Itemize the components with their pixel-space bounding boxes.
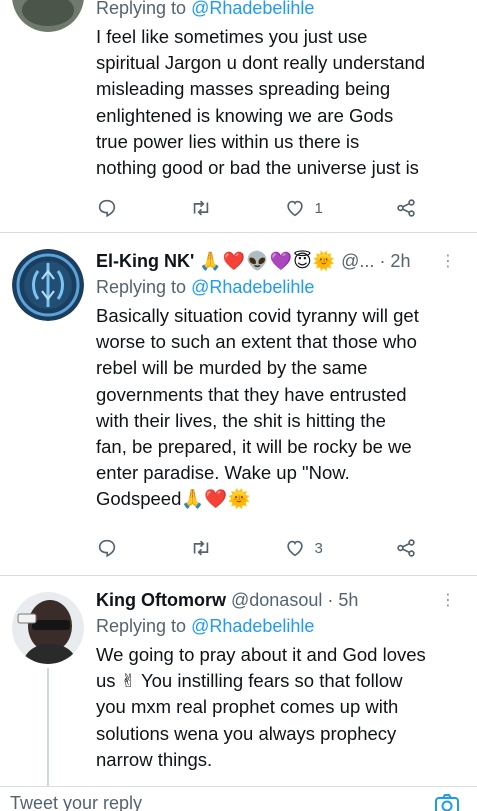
like-button[interactable]: 3 (284, 537, 323, 559)
tweet-text-line: Godspeed🙏❤️🌞 (96, 488, 251, 510)
tweet-actions: 3 (96, 533, 417, 563)
more-icon: ⋮ (440, 592, 456, 609)
timestamp[interactable]: · 5h (327, 590, 358, 610)
tweet-text-line: Basically situation covid tyranny will g… (96, 305, 419, 326)
tweet-1[interactable]: Replying to @Rhadebelihle I feel like so… (0, 0, 477, 233)
tweet-text-line: with their lives, the shit is hitting th… (96, 409, 386, 431)
tweet-2[interactable]: El-King NK' 🙏❤️👽💜😇🌞 @... · 2h Replying t… (0, 233, 477, 576)
user-handle[interactable]: @donasoul (231, 590, 322, 610)
replying-to-label: Replying to (96, 0, 192, 18)
thread-connector (47, 668, 49, 786)
tweet-header: El-King NK' 🙏❤️👽💜😇🌞 @... · 2h (96, 249, 453, 273)
tweet-header: King Oftomorw @donasoul · 5h (96, 588, 453, 612)
reply-icon (98, 539, 116, 558)
replying-to: Replying to @Rhadebelihle (96, 0, 453, 20)
tweet-text-line: spiritual Jargon u dont really understan… (96, 52, 426, 74)
replying-to-label: Replying to (96, 277, 192, 297)
replying-to: Replying to @Rhadebelihle (96, 275, 453, 299)
share-button[interactable] (395, 537, 417, 559)
reply-mention-link[interactable]: @Rhadebelihle (191, 0, 314, 18)
replying-to-label: Replying to (96, 616, 192, 636)
tweet-3[interactable]: King Oftomorw @donasoul · 5h Replying to… (0, 576, 477, 786)
like-count: 3 (314, 539, 323, 557)
display-name[interactable]: El-King NK' (96, 251, 194, 271)
tweet-text-line: us ✌ You instilling fears so that follow (96, 670, 403, 692)
tweet-text-line: enlightened is knowing we are Gods (96, 104, 394, 126)
tweet-text: I feel like sometimes you just use spiri… (96, 24, 453, 181)
more-icon: ⋮ (440, 253, 456, 270)
tweet-text-line: enter paradise. Wake up "Now. (96, 462, 350, 484)
reply-button[interactable] (96, 197, 118, 219)
tweet-text-line: fan, be prepared, it will be rocky be we (96, 436, 412, 458)
tweet-text-line: rebel will be murded by the same (96, 357, 368, 379)
reply-input[interactable] (10, 793, 310, 811)
name-emojis: 🙏❤️👽💜😇🌞 (199, 251, 337, 271)
tweet-text-line: true power lies within us there is (96, 130, 360, 152)
tweet-text: We going to pray about it and God loves … (96, 642, 453, 773)
like-icon (287, 200, 304, 217)
like-icon (287, 540, 304, 557)
tweet-text-line: governments that they have entrusted (96, 383, 407, 405)
tweet-text-line: nothing good or bad the universe just is (96, 157, 419, 179)
tweet-actions: 1 (96, 193, 417, 223)
avatar[interactable] (12, 249, 84, 321)
tweet-text-line: narrow things. (96, 748, 213, 770)
like-count: 1 (314, 199, 323, 217)
retweet-button[interactable] (190, 537, 212, 559)
retweet-button[interactable] (190, 197, 212, 219)
reply-button[interactable] (96, 537, 118, 559)
tweet-text: Basically situation covid tyranny will g… (96, 303, 453, 513)
display-name[interactable]: King Oftomorw (96, 590, 226, 610)
user-handle[interactable]: @... (341, 251, 374, 271)
retweet-icon (193, 540, 209, 556)
tweet-text-line: solutions wena you always prophecy (96, 722, 397, 744)
replying-to: Replying to @Rhadebelihle (96, 614, 453, 638)
share-icon (397, 539, 415, 557)
retweet-icon (193, 200, 209, 216)
tweet-text-line: you mxm real prophet comes up with (96, 696, 399, 718)
share-icon (397, 199, 415, 217)
tweet-text-line: We going to pray about it and God loves (96, 644, 426, 665)
tweet-text-line: I feel like sometimes you just use (96, 26, 368, 47)
camera-icon (435, 794, 459, 811)
avatar[interactable] (12, 0, 84, 32)
more-options-button[interactable]: ⋮ (440, 251, 456, 271)
like-button[interactable]: 1 (284, 197, 323, 219)
reply-icon (98, 199, 116, 218)
timestamp[interactable]: · 2h (379, 251, 410, 271)
share-button[interactable] (395, 197, 417, 219)
tweet-text-line: worse to such an extent that those who (96, 331, 417, 353)
reply-mention-link[interactable]: @Rhadebelihle (191, 616, 314, 636)
avatar[interactable] (12, 592, 84, 664)
tweet-text-line: misleading masses spreading being (96, 78, 391, 100)
reply-composer (0, 786, 477, 811)
more-options-button[interactable]: ⋮ (440, 590, 456, 610)
reply-mention-link[interactable]: @Rhadebelihle (191, 277, 314, 297)
camera-button[interactable] (433, 791, 461, 811)
